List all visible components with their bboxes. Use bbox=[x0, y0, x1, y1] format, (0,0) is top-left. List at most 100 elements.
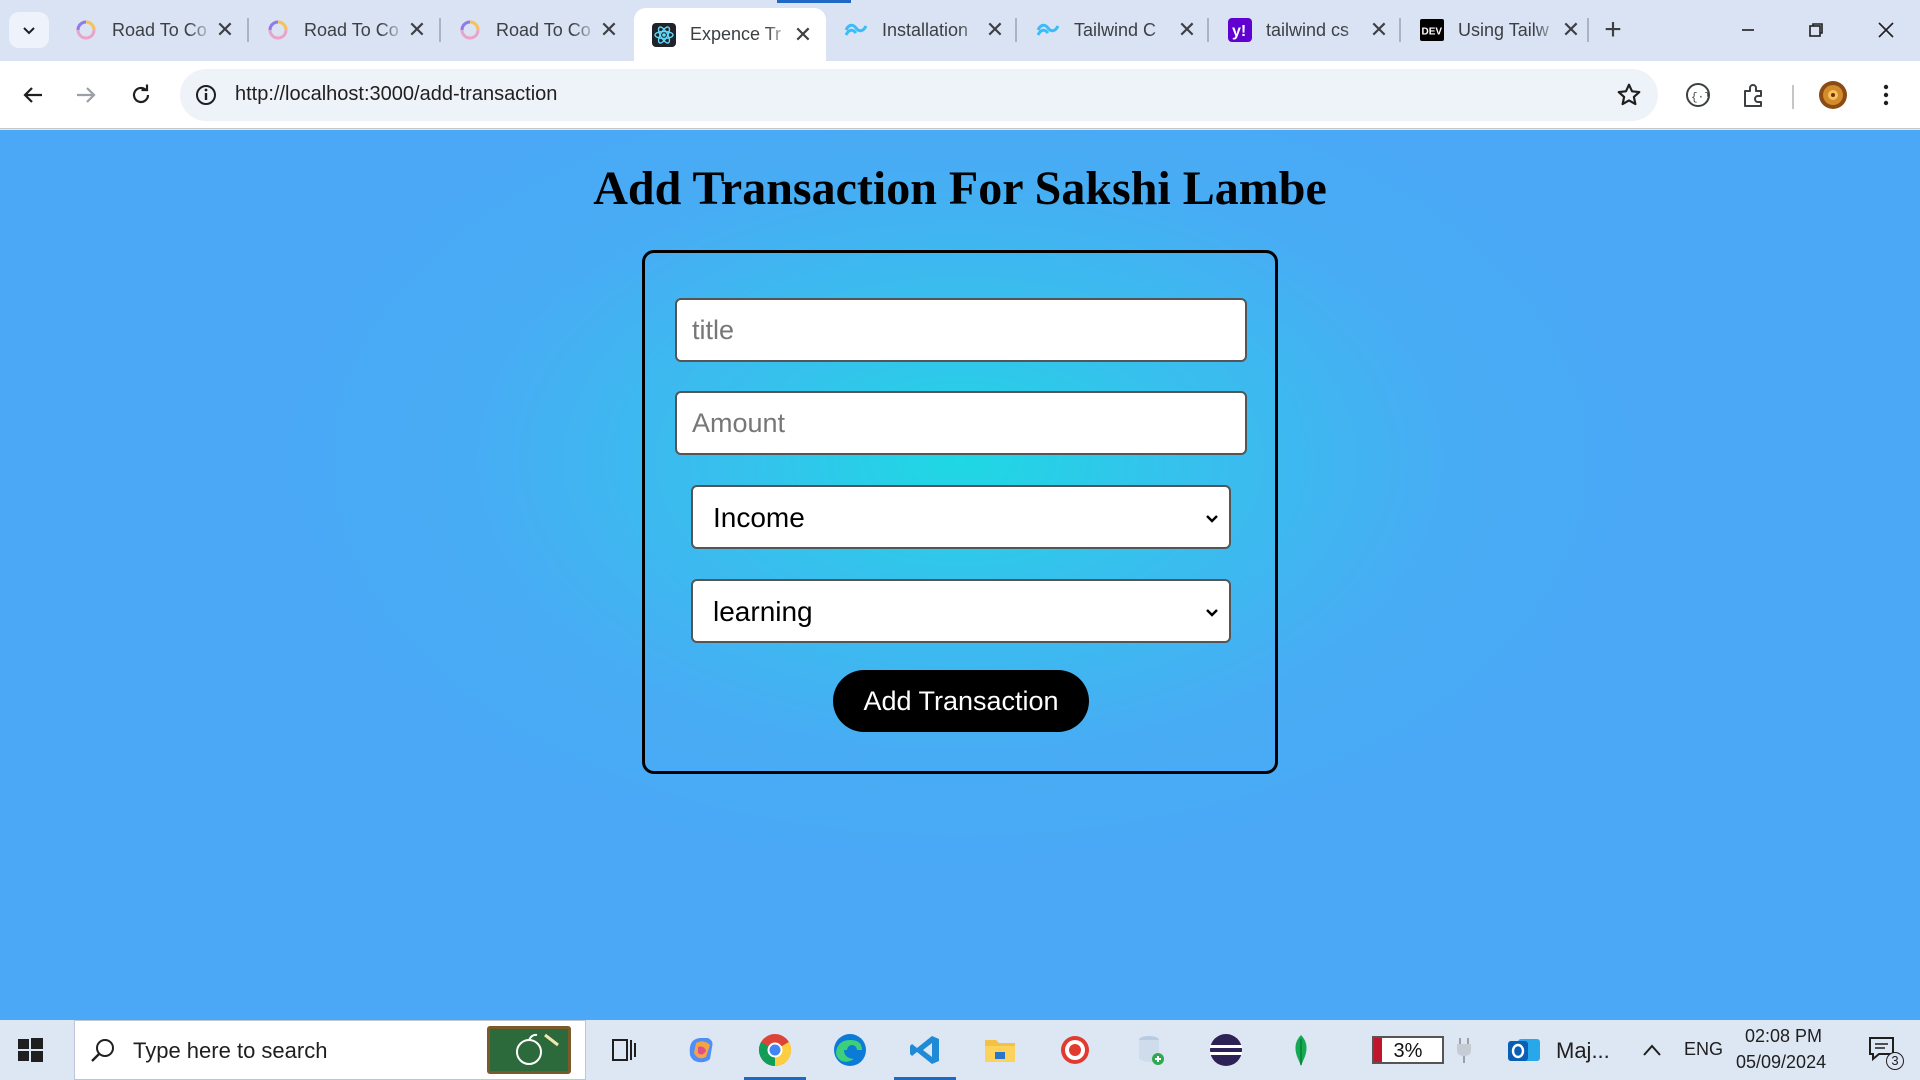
tab-title: Tailwind C bbox=[1074, 19, 1157, 40]
tailwind-icon bbox=[844, 18, 868, 42]
extensions-button[interactable] bbox=[1738, 79, 1770, 111]
more-vertical-icon bbox=[1883, 84, 1889, 106]
close-icon[interactable]: ✕ bbox=[792, 22, 814, 47]
edge-icon bbox=[834, 1034, 866, 1066]
close-icon[interactable]: ✕ bbox=[1368, 17, 1390, 42]
tab-title: Road To Co bbox=[112, 19, 207, 40]
close-icon[interactable]: ✕ bbox=[214, 17, 236, 42]
chevron-down-icon bbox=[1206, 515, 1218, 523]
database-app[interactable] bbox=[1130, 1030, 1172, 1070]
outlook-icon bbox=[1508, 1039, 1540, 1061]
mongodb-app[interactable] bbox=[1280, 1030, 1322, 1070]
tab-road-to-code-2[interactable]: Road To Co ✕ bbox=[248, 8, 440, 52]
close-icon[interactable]: ✕ bbox=[406, 17, 428, 42]
svg-text:y!: y! bbox=[1232, 23, 1246, 40]
browser-menu-button[interactable] bbox=[1870, 79, 1902, 111]
profile-avatar[interactable] bbox=[1817, 79, 1849, 111]
dev-icon: DEV bbox=[1420, 18, 1444, 42]
notification-center-button[interactable]: 3 bbox=[1858, 1030, 1908, 1070]
task-view-button[interactable] bbox=[603, 1030, 645, 1070]
reload-button[interactable] bbox=[121, 75, 161, 115]
battery-indicator[interactable]: 3% bbox=[1372, 1036, 1444, 1064]
taskbar-search[interactable]: Type here to search bbox=[74, 1020, 586, 1080]
bookmark-star-icon[interactable] bbox=[1616, 82, 1642, 108]
loading-indicator bbox=[777, 0, 851, 3]
title-input[interactable] bbox=[675, 298, 1247, 362]
chevron-up-icon bbox=[1643, 1044, 1661, 1056]
folder-icon bbox=[985, 1040, 1015, 1062]
vscode-app[interactable] bbox=[894, 1030, 956, 1080]
tab-separator bbox=[1399, 18, 1401, 42]
tab-separator bbox=[1207, 18, 1209, 42]
language-indicator[interactable]: ENG bbox=[1684, 1039, 1723, 1060]
copilot-app[interactable] bbox=[680, 1030, 722, 1070]
eclipse-app[interactable] bbox=[1205, 1030, 1247, 1070]
add-transaction-button[interactable]: Add Transaction bbox=[833, 670, 1089, 732]
power-plug-button[interactable] bbox=[1444, 1030, 1484, 1070]
yahoo-icon: y! bbox=[1228, 18, 1252, 42]
copilot-icon bbox=[689, 1038, 713, 1063]
close-icon[interactable]: ✕ bbox=[1176, 17, 1198, 42]
tab-separator bbox=[1015, 18, 1017, 42]
reload-icon bbox=[132, 84, 150, 104]
tab-tailwind-css[interactable]: Tailwind C ✕ bbox=[1018, 8, 1210, 52]
outlook-label[interactable]: Maj... bbox=[1556, 1038, 1610, 1064]
restore-button[interactable] bbox=[1786, 8, 1846, 52]
svg-text:{·}: {·} bbox=[1691, 92, 1711, 104]
tab-title: Road To Co bbox=[304, 19, 399, 40]
tab-title: tailwind cs bbox=[1266, 19, 1350, 40]
svg-text:DEV: DEV bbox=[1422, 27, 1443, 38]
clock-date[interactable]: 05/09/2024 bbox=[1736, 1052, 1826, 1073]
url-text[interactable]: http://localhost:3000/add-transaction bbox=[235, 83, 557, 106]
plug-icon bbox=[1457, 1038, 1471, 1063]
select-value: learning bbox=[713, 596, 813, 627]
forward-button[interactable] bbox=[66, 75, 106, 115]
browser-toolbar: http://localhost:3000/add-transaction {·… bbox=[0, 61, 1920, 129]
tab-yahoo-search[interactable]: y! tailwind cs ✕ bbox=[1210, 8, 1402, 52]
close-icon[interactable]: ✕ bbox=[598, 17, 620, 42]
colorful-ring-icon bbox=[458, 18, 482, 42]
new-tab-button[interactable]: + bbox=[1597, 13, 1629, 46]
restore-icon bbox=[1809, 23, 1823, 37]
target-app[interactable] bbox=[1054, 1030, 1096, 1070]
colorful-ring-icon bbox=[74, 18, 98, 42]
transaction-type-select[interactable]: Income bbox=[691, 485, 1231, 549]
transaction-form: Income learning Add Transaction bbox=[642, 250, 1278, 774]
chrome-app[interactable] bbox=[744, 1030, 806, 1080]
select-value: Income bbox=[713, 502, 805, 533]
tab-dev-to[interactable]: DEV Using Tailw ✕ bbox=[1402, 8, 1594, 52]
edge-app[interactable] bbox=[829, 1030, 871, 1070]
tab-installation[interactable]: Installation ✕ bbox=[826, 8, 1018, 52]
react-icon bbox=[652, 22, 676, 47]
tab-expence-tracker[interactable]: Expence Tr ✕ bbox=[634, 8, 826, 61]
show-hidden-icons-button[interactable] bbox=[1632, 1030, 1672, 1070]
extension-button[interactable]: {·} bbox=[1682, 79, 1714, 111]
arrow-left-icon bbox=[23, 87, 42, 103]
address-bar[interactable]: http://localhost:3000/add-transaction bbox=[180, 69, 1658, 121]
tab-road-to-code-1[interactable]: Road To Co ✕ bbox=[56, 8, 248, 52]
windows-start-icon[interactable] bbox=[14, 1034, 46, 1066]
info-icon[interactable] bbox=[194, 83, 218, 107]
task-view-icon bbox=[612, 1039, 636, 1061]
tab-road-to-code-3[interactable]: Road To Co ✕ bbox=[440, 8, 632, 52]
close-icon[interactable]: ✕ bbox=[984, 17, 1006, 42]
outlook-app[interactable] bbox=[1503, 1030, 1545, 1070]
database-icon bbox=[1139, 1036, 1164, 1065]
file-explorer-app[interactable] bbox=[979, 1030, 1021, 1070]
search-icon bbox=[91, 1039, 114, 1062]
chevron-down-icon bbox=[23, 27, 35, 35]
tab-title: Using Tailw bbox=[1458, 19, 1549, 40]
close-icon[interactable]: ✕ bbox=[1560, 17, 1582, 42]
back-button[interactable] bbox=[13, 75, 53, 115]
category-select[interactable]: learning bbox=[691, 579, 1231, 643]
close-window-button[interactable] bbox=[1856, 8, 1916, 52]
minimize-button[interactable] bbox=[1718, 8, 1778, 52]
amount-input[interactable] bbox=[675, 391, 1247, 455]
clock-time[interactable]: 02:08 PM bbox=[1745, 1026, 1822, 1047]
avatar-icon bbox=[1819, 81, 1847, 109]
notification-count-badge: 3 bbox=[1886, 1052, 1904, 1070]
tab-strip: Road To Co ✕ Road To Co ✕ Road To Co ✕ E… bbox=[0, 0, 1920, 61]
minimize-icon bbox=[1742, 29, 1754, 31]
mongodb-leaf-icon bbox=[1295, 1035, 1307, 1066]
tab-search-button[interactable] bbox=[9, 12, 49, 48]
